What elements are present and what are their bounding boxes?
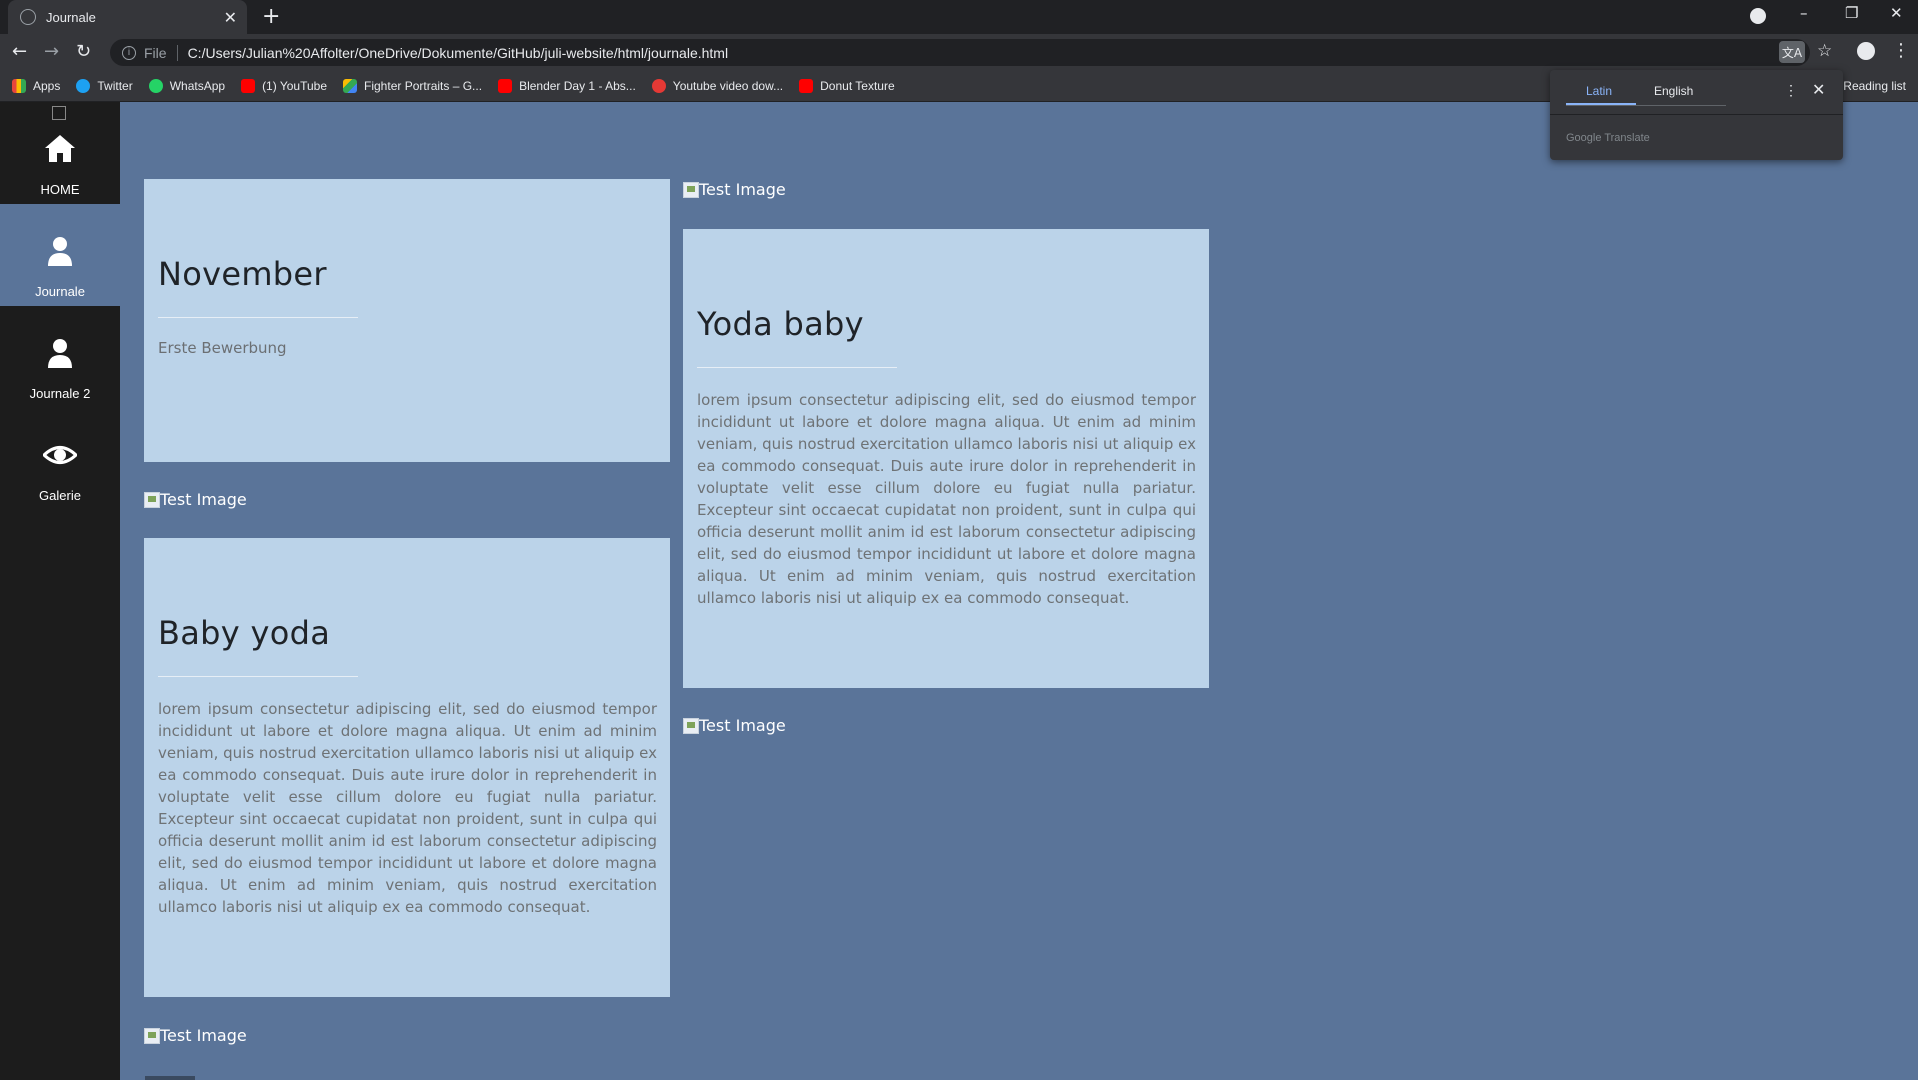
- card-title: November: [158, 255, 327, 293]
- scrollbar-thumb[interactable]: [145, 1076, 195, 1080]
- card-yoda-baby: Yoda baby lorem ipsum consectetur adipis…: [683, 229, 1209, 688]
- apps-grid-icon: [12, 78, 26, 93]
- card-november: November Erste Bewerbung: [144, 179, 670, 462]
- title-divider: [158, 317, 358, 318]
- test-image: Test Image: [683, 716, 786, 735]
- google-drive-icon: [343, 78, 358, 93]
- card-subtitle: Erste Bewerbung: [158, 339, 287, 357]
- tab-title: Journale: [46, 9, 96, 25]
- reload-icon[interactable]: ↻: [76, 41, 91, 62]
- image-alt-text: Test Image: [699, 180, 786, 199]
- translate-tab-source[interactable]: Latin: [1586, 84, 1612, 98]
- sidebar-item-label: Journale: [35, 284, 85, 299]
- bookmark-star-icon[interactable]: ☆: [1817, 41, 1832, 61]
- sidebar-item-label: HOME: [40, 182, 80, 197]
- forward-icon[interactable]: →: [44, 41, 59, 62]
- bookmark-label: Apps: [33, 78, 61, 93]
- translate-tab-target[interactable]: English: [1654, 84, 1693, 98]
- active-tab-indicator: [1566, 103, 1636, 105]
- broken-image-icon: [144, 491, 160, 508]
- card-title: Yoda baby: [697, 305, 864, 343]
- title-divider: [158, 676, 358, 677]
- home-icon: [45, 135, 75, 162]
- eye-icon: [43, 446, 77, 464]
- toolbar: ← → ↻ i File C:/Users/Julian%20Affolter/…: [0, 34, 1918, 70]
- bookmark-label: (1) YouTube: [262, 78, 328, 93]
- test-image: Test Image: [144, 1026, 247, 1045]
- image-alt-text: Test Image: [160, 490, 247, 509]
- sidebar-item-journale[interactable]: Journale: [0, 204, 120, 306]
- youtube-icon: [498, 78, 513, 93]
- sidebar-item-label: Galerie: [39, 488, 81, 503]
- url-scheme: File: [144, 44, 167, 61]
- info-icon[interactable]: i: [122, 45, 136, 60]
- search-tabs-icon[interactable]: [1750, 8, 1766, 24]
- sidebar-item-home[interactable]: HOME: [0, 102, 120, 204]
- card-body: lorem ipsum consectetur adipiscing elit,…: [158, 700, 657, 916]
- minimize-icon[interactable]: –: [1800, 4, 1808, 22]
- sidebar-item-label: Journale 2: [29, 386, 91, 401]
- close-icon[interactable]: ✕: [1812, 80, 1825, 100]
- card-body: lorem ipsum consectetur adipiscing elit,…: [697, 391, 1196, 607]
- tab-close-icon[interactable]: ✕: [224, 8, 237, 27]
- profile-icon[interactable]: [1857, 42, 1875, 60]
- tab-strip: Journale ✕ + – ❐ ✕: [0, 0, 1918, 34]
- title-divider: [697, 367, 897, 368]
- window-close-icon[interactable]: ✕: [1890, 4, 1903, 22]
- back-icon[interactable]: ←: [12, 41, 27, 62]
- user-icon: [48, 339, 72, 368]
- tab-track: [1566, 105, 1726, 106]
- bookmark-label: WhatsApp: [169, 78, 226, 93]
- whatsapp-icon: [148, 78, 163, 93]
- bookmark-label: Twitter: [97, 78, 133, 93]
- user-icon: [48, 237, 72, 266]
- menu-icon[interactable]: ⋮: [1892, 40, 1910, 61]
- bookmark-label: Blender Day 1 - Abs...: [519, 78, 636, 93]
- bookmark-youtube-downloader[interactable]: Youtube video dow...: [651, 78, 784, 93]
- more-options-icon[interactable]: ⋮: [1784, 82, 1798, 99]
- restore-icon[interactable]: ❐: [1845, 4, 1858, 22]
- browser-tab[interactable]: Journale ✕: [8, 0, 247, 34]
- translate-icon[interactable]: 文A: [1779, 41, 1805, 63]
- downloader-icon: [651, 78, 666, 93]
- translate-popup: Latin English ⋮ ✕ Google Translate: [1550, 70, 1843, 160]
- broken-image-icon: [683, 181, 699, 198]
- youtube-icon: [241, 78, 256, 93]
- bookmark-label: Fighter Portraits – G...: [364, 78, 483, 93]
- url-text[interactable]: C:/Users/Julian%20Affolter/OneDrive/Doku…: [188, 45, 729, 61]
- image-alt-text: Test Image: [699, 716, 786, 735]
- bookmark-whatsapp[interactable]: WhatsApp: [148, 78, 226, 93]
- card-title: Baby yoda: [158, 614, 331, 652]
- new-tab-button[interactable]: +: [262, 4, 280, 29]
- broken-image-icon: [144, 1027, 160, 1044]
- image-alt-text: Test Image: [160, 1026, 247, 1045]
- bookmark-apps[interactable]: Apps: [12, 78, 61, 93]
- divider: [1550, 114, 1843, 115]
- sidebar-item-galerie[interactable]: Galerie: [0, 408, 120, 510]
- twitter-icon: [76, 78, 91, 93]
- bookmark-blender[interactable]: Blender Day 1 - Abs...: [498, 78, 636, 93]
- test-image: Test Image: [683, 180, 786, 199]
- reading-list[interactable]: Reading list: [1843, 79, 1906, 93]
- bookmark-donut[interactable]: Donut Texture: [799, 78, 895, 93]
- broken-image-icon: [683, 717, 699, 734]
- bookmark-youtube[interactable]: (1) YouTube: [241, 78, 328, 93]
- sidebar: HOME Journale Journale 2 Galerie: [0, 102, 120, 1080]
- bookmark-label: Youtube video dow...: [672, 78, 784, 93]
- test-image: Test Image: [144, 490, 247, 509]
- translate-brand: Google Translate: [1566, 132, 1650, 144]
- youtube-icon: [799, 78, 814, 93]
- globe-icon: [20, 9, 36, 25]
- sidebar-item-journale-2[interactable]: Journale 2: [0, 306, 120, 408]
- card-baby-yoda: Baby yoda lorem ipsum consectetur adipis…: [144, 538, 670, 997]
- divider: [176, 44, 178, 61]
- address-bar[interactable]: i File C:/Users/Julian%20Affolter/OneDri…: [110, 39, 1810, 66]
- bookmark-fighter-portraits[interactable]: Fighter Portraits – G...: [343, 78, 483, 93]
- bookmark-label: Donut Texture: [820, 78, 895, 93]
- bookmark-twitter[interactable]: Twitter: [76, 78, 133, 93]
